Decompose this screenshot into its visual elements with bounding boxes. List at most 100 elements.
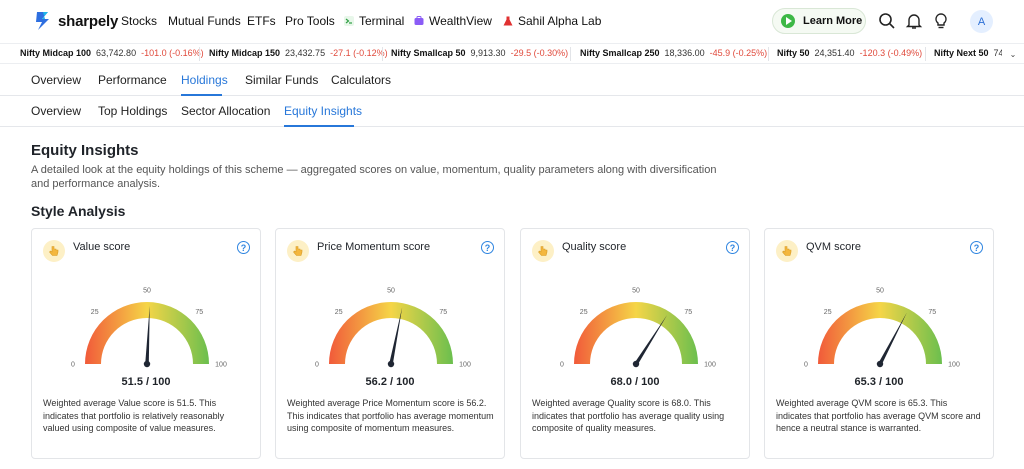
help-icon[interactable]: ? (481, 241, 494, 254)
gauge-tick-label: 50 (632, 288, 640, 295)
ticker-divider (768, 47, 769, 61)
gauge-tick-label: 100 (948, 362, 960, 369)
ticker-value: 63,742.80 (96, 48, 137, 58)
gauge-arc (818, 302, 942, 364)
gauge-tick-label: 50 (387, 288, 395, 295)
hand-pointer-icon (287, 240, 309, 262)
bell-icon[interactable] (905, 12, 923, 30)
top-navbar: sharpely Stocks Mutual Funds ETFs Pro To… (0, 0, 1024, 42)
chevron-down-icon[interactable]: ⌄ (1002, 44, 1024, 63)
subtab-overview[interactable]: Overview (31, 104, 81, 118)
gauge-tick-label: 0 (804, 362, 808, 369)
card-title: Price Momentum score (317, 241, 431, 253)
gauge-tick-label: 75 (684, 309, 692, 316)
ticker-item[interactable]: Nifty Midcap 100 63,742.80 -101.0 (-0.16%) (20, 48, 204, 58)
gauge-needle (878, 312, 907, 365)
ticker-change: -29.5 (-0.30%) (510, 48, 569, 58)
gauge-tick-label: 0 (315, 362, 319, 369)
ticker-name: Nifty Smallcap 50 (391, 48, 466, 58)
ticker-item[interactable]: Nifty Next 5074,4 (934, 48, 1011, 58)
gauge-tick-label: 50 (876, 288, 884, 295)
ticker-item[interactable]: Nifty 50 24,351.40 -120.3 (-0.49%) (777, 48, 922, 58)
ticker-name: Nifty Midcap 150 (209, 48, 281, 58)
page-title: Equity Insights (31, 142, 139, 159)
tab-performance[interactable]: Performance (98, 73, 167, 87)
search-icon[interactable] (878, 12, 896, 30)
nav-stocks[interactable]: Stocks (121, 14, 157, 28)
gauge-arc (329, 302, 453, 364)
gauge-arc (574, 302, 698, 364)
gauge-tick-label: 75 (195, 309, 203, 316)
subtab-top-holdings[interactable]: Top Holdings (98, 104, 167, 118)
gauge-needle-hub (143, 360, 151, 368)
play-icon (781, 14, 795, 28)
hand-glyph (49, 246, 59, 256)
flask-icon (503, 16, 513, 26)
ticker-change: -27.1 (-0.12%) (330, 48, 388, 58)
learn-more-button[interactable]: Learn More (772, 8, 866, 34)
gauge-needle-hub (387, 360, 395, 368)
help-icon[interactable]: ? (726, 241, 739, 254)
subtab-equity-insights[interactable]: Equity Insights (284, 104, 362, 118)
score-gauge: 0 25 50 75 100 (560, 288, 716, 369)
card-description: Weighted average Price Momentum score is… (287, 398, 494, 433)
ticker-item[interactable]: Nifty Smallcap 50 9,913.30 -29.5 (-0.30%) (391, 48, 568, 58)
brand-logo[interactable]: sharpely (34, 10, 118, 32)
ticker-name: Nifty 50 (777, 48, 810, 58)
ticker-change: -45.9 (-0.25%) (709, 48, 768, 58)
ticker-item[interactable]: Nifty Smallcap 250 18,336.00 -45.9 (-0.25%… (580, 48, 767, 58)
score-card: Price Momentum score? 56.2 / 100 Weighted … (275, 228, 505, 459)
hand-pointer-icon (776, 240, 798, 262)
tab-overview[interactable]: Overview (31, 73, 81, 87)
card-title: Quality score (562, 241, 627, 253)
subtab-sector-allocation[interactable]: Sector Allocation (181, 104, 270, 118)
active-subtab-underline (284, 125, 354, 127)
gauge-tick-label: 0 (71, 362, 75, 369)
lightbulb-icon[interactable] (932, 12, 950, 30)
nav-etfs[interactable]: ETFs (247, 14, 276, 28)
card-description: Weighted average Value score is 51.5. Th… (43, 398, 225, 433)
gauge-tick-label: 100 (459, 362, 471, 369)
gauge-tick-label: 75 (439, 309, 447, 316)
score-value: 65.3 / 100 (854, 376, 904, 388)
score-card: Value score? 51.5 / 100 Weighted average V… (31, 228, 261, 459)
nav-wealthview[interactable]: WealthView (414, 14, 492, 28)
holdings-subtabs: Overview Top Holdings Sector Allocation … (0, 96, 1024, 127)
hand-glyph (782, 246, 792, 256)
nav-mutual-funds[interactable]: Mutual Funds (168, 14, 241, 28)
gauge-tick-label: 75 (928, 309, 936, 316)
avatar[interactable]: A (970, 10, 993, 33)
tab-holdings[interactable]: Holdings (181, 73, 228, 87)
wealthview-icon (414, 16, 424, 25)
ticker-value: 24,351.40 (814, 48, 855, 58)
ticker-divider (570, 47, 571, 61)
index-ticker: Nifty Midcap 100 63,742.80 -101.0 (-0.16%)… (0, 43, 1024, 64)
fund-section-tabs: Overview Performance Holdings Similar Fu… (0, 65, 1024, 96)
help-icon[interactable]: ? (237, 241, 250, 254)
score-gauge: 0 25 50 75 100 (71, 288, 227, 369)
ticker-name: Nifty Midcap 100 (20, 48, 92, 58)
gauge-tick-label: 25 (580, 309, 588, 316)
ticker-divider (199, 47, 200, 61)
hand-pointer-icon (532, 240, 554, 262)
hand-glyph (538, 246, 548, 256)
tab-similar-funds[interactable]: Similar Funds (245, 73, 318, 87)
score-value: 51.5 / 100 (121, 376, 171, 388)
ticker-change: -120.3 (-0.49%) (859, 48, 923, 58)
gauge-tick-label: 50 (143, 288, 151, 295)
gauge-tick-label: 0 (560, 362, 564, 369)
gauge-needle-hub (632, 360, 640, 368)
tab-calculators[interactable]: Calculators (331, 73, 391, 87)
nav-wealthview-label: WealthView (429, 14, 492, 28)
score-value: 68.0 / 100 (610, 376, 660, 388)
nav-pro-tools[interactable]: Pro Tools (285, 14, 335, 28)
ticker-value: 23,432.75 (285, 48, 326, 58)
ticker-item[interactable]: Nifty Midcap 150 23,432.75 -27.1 (-0.12%) (209, 48, 388, 58)
nav-sahil-alpha-lab[interactable]: Sahil Alpha Lab (503, 14, 601, 28)
terminal-icon (344, 16, 354, 26)
nav-terminal[interactable]: Terminal (344, 14, 404, 28)
card-title: Value score (73, 241, 131, 253)
gauge-tick-label: 100 (704, 362, 716, 369)
gauge-tick-label: 25 (824, 309, 832, 316)
help-icon[interactable]: ? (970, 241, 983, 254)
